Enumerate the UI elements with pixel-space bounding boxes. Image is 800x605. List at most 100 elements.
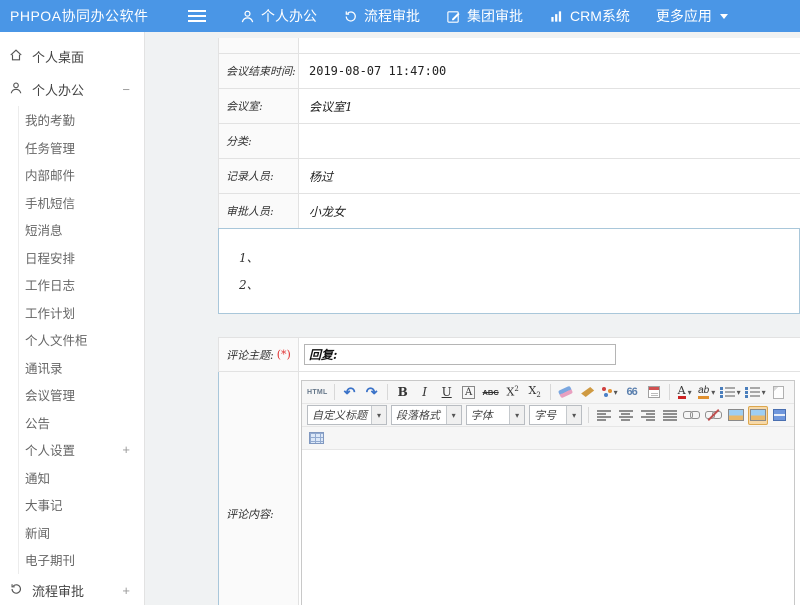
- unordered-list-icon: [745, 386, 760, 398]
- sidebar-item-major-events[interactable]: 大事记: [19, 491, 144, 519]
- editor-toolbar-row-2: 自定义标题 ▾ 段落格式 ▾ 字体 ▾ 字号 ▾: [302, 404, 794, 427]
- format-brush-icon: [581, 387, 594, 397]
- comment-subject-cell: [299, 338, 800, 371]
- nav-item-label: 更多应用: [656, 6, 712, 26]
- nav-item-crm[interactable]: CRM系统: [549, 6, 630, 26]
- history-icon: [343, 9, 358, 24]
- remove-link-button[interactable]: [704, 406, 724, 425]
- comment-editor-cell: HTML ↶ ↷ B I U A ABC X2 X2: [299, 372, 800, 605]
- comment-subject-input[interactable]: [304, 344, 616, 365]
- table-row: [219, 38, 800, 54]
- redo-button[interactable]: ↷: [362, 383, 382, 402]
- sidebar-item-schedule[interactable]: 日程安排: [19, 244, 144, 272]
- nav-item-group-approval[interactable]: 集团审批: [446, 6, 523, 26]
- date-stamp-button[interactable]: [644, 383, 664, 402]
- font-style-button[interactable]: A: [459, 383, 479, 402]
- custom-heading-select[interactable]: 自定义标题 ▾: [307, 405, 387, 425]
- undo-button[interactable]: ↶: [340, 383, 360, 402]
- highlight-color-button[interactable]: ab▾: [697, 383, 717, 402]
- caret-down-icon: ▾: [688, 388, 692, 397]
- row-label: [219, 38, 299, 53]
- unordered-list-button[interactable]: ▾: [744, 383, 767, 402]
- sidebar-item-e-journal[interactable]: 电子期刊: [19, 546, 144, 574]
- sidebar-item-attendance[interactable]: 我的考勤: [19, 106, 144, 134]
- caret-down-icon: ▾: [711, 388, 715, 397]
- sub-item-label: 工作计划: [25, 303, 75, 322]
- sidebar-item-short-message[interactable]: 短消息: [19, 216, 144, 244]
- media-icon: [773, 409, 786, 421]
- caret-down-icon: ▾: [446, 406, 461, 424]
- hamburger-menu-icon[interactable]: [188, 10, 206, 22]
- align-center-button[interactable]: [616, 406, 636, 425]
- expand-toggle[interactable]: +: [122, 583, 130, 598]
- eraser-button[interactable]: [556, 383, 576, 402]
- bold-button[interactable]: B: [393, 383, 413, 402]
- main-content: 会议结束时间: 2019-08-07 11:47:00 会议室: 会议室1 分类…: [145, 32, 800, 605]
- font-family-select[interactable]: 字体 ▾: [466, 405, 525, 425]
- subscript-button[interactable]: X2: [525, 383, 545, 402]
- sidebar-item-work-plan[interactable]: 工作计划: [19, 299, 144, 327]
- superscript-button[interactable]: X2: [503, 383, 523, 402]
- new-page-button[interactable]: [769, 383, 789, 402]
- toolbar-separator: [669, 384, 670, 400]
- sidebar-item-file-cabinet[interactable]: 个人文件柜: [19, 326, 144, 354]
- ordered-list-icon: [720, 386, 735, 398]
- image-manager-button[interactable]: [748, 406, 768, 425]
- caret-down-icon: ▾: [566, 406, 581, 424]
- paragraph-format-select[interactable]: 段落格式 ▾: [391, 405, 462, 425]
- sidebar-item-work-log[interactable]: 工作日志: [19, 271, 144, 299]
- recorder-label: 记录人员:: [219, 159, 299, 193]
- toolbar-separator: [387, 384, 388, 400]
- align-left-button[interactable]: [594, 406, 614, 425]
- category-label: 分类:: [219, 124, 299, 158]
- html-source-button[interactable]: HTML: [306, 383, 329, 402]
- insert-table-button[interactable]: [306, 429, 326, 448]
- sidebar-item-contacts[interactable]: 通讯录: [19, 354, 144, 382]
- sidebar-item-internal-mail[interactable]: 内部邮件: [19, 161, 144, 189]
- insert-media-button[interactable]: [770, 406, 790, 425]
- sub-item-label: 任务管理: [25, 138, 75, 157]
- sidebar-item-workflow-approval[interactable]: 流程审批 +: [0, 574, 144, 605]
- font-box-icon: A: [462, 386, 475, 399]
- sidebar-item-announcement[interactable]: 公告: [19, 409, 144, 437]
- ordered-list-button[interactable]: ▾: [719, 383, 742, 402]
- nav-item-more-apps[interactable]: 更多应用: [656, 6, 728, 26]
- underline-button[interactable]: U: [437, 383, 457, 402]
- select-value: 字体: [467, 407, 509, 423]
- rich-text-editor: HTML ↶ ↷ B I U A ABC X2 X2: [301, 380, 795, 605]
- bar-chart-icon: [549, 9, 564, 24]
- strikethrough-button[interactable]: ABC: [481, 383, 501, 402]
- sub-item-label: 手机短信: [25, 193, 75, 212]
- sidebar-item-news[interactable]: 新闻: [19, 519, 144, 547]
- eraser-icon: [558, 386, 573, 399]
- sidebar-item-sms[interactable]: 手机短信: [19, 189, 144, 217]
- expand-toggle[interactable]: +: [122, 442, 130, 457]
- blockquote-button[interactable]: 66: [622, 383, 642, 402]
- justify-button[interactable]: [660, 406, 680, 425]
- sidebar-item-desktop[interactable]: 个人桌面: [0, 40, 144, 73]
- italic-icon: I: [422, 385, 427, 399]
- sidebar-item-personal-office[interactable]: 个人办公 −: [0, 73, 144, 106]
- nav-item-label: 个人办公: [261, 6, 317, 26]
- highlight-icon: ab: [698, 386, 709, 399]
- editor-content-area[interactable]: [302, 450, 794, 605]
- sidebar-item-meeting-management[interactable]: 会议管理: [19, 381, 144, 409]
- italic-button[interactable]: I: [415, 383, 435, 402]
- format-brush-button[interactable]: [578, 383, 598, 402]
- nav-item-workflow-approval[interactable]: 流程审批: [343, 6, 420, 26]
- align-right-button[interactable]: [638, 406, 658, 425]
- font-size-select[interactable]: 字号 ▾: [529, 405, 582, 425]
- sidebar-item-personal-settings[interactable]: 个人设置+: [19, 436, 144, 464]
- insert-link-button[interactable]: [682, 406, 702, 425]
- insert-image-button[interactable]: [726, 406, 746, 425]
- sub-item-label: 短消息: [25, 220, 63, 239]
- collapse-toggle[interactable]: −: [122, 82, 130, 97]
- caret-down-icon: ▾: [371, 406, 386, 424]
- sidebar-item-task-management[interactable]: 任务管理: [19, 134, 144, 162]
- sidebar-item-notice[interactable]: 通知: [19, 464, 144, 492]
- font-color-button[interactable]: A▾: [675, 383, 695, 402]
- sub-item-label: 个人文件柜: [25, 330, 88, 349]
- nav-item-personal-office[interactable]: 个人办公: [240, 6, 317, 26]
- comment-subject-row: 评论主题: (*): [219, 338, 800, 372]
- paint-color-button[interactable]: ▾: [600, 383, 620, 402]
